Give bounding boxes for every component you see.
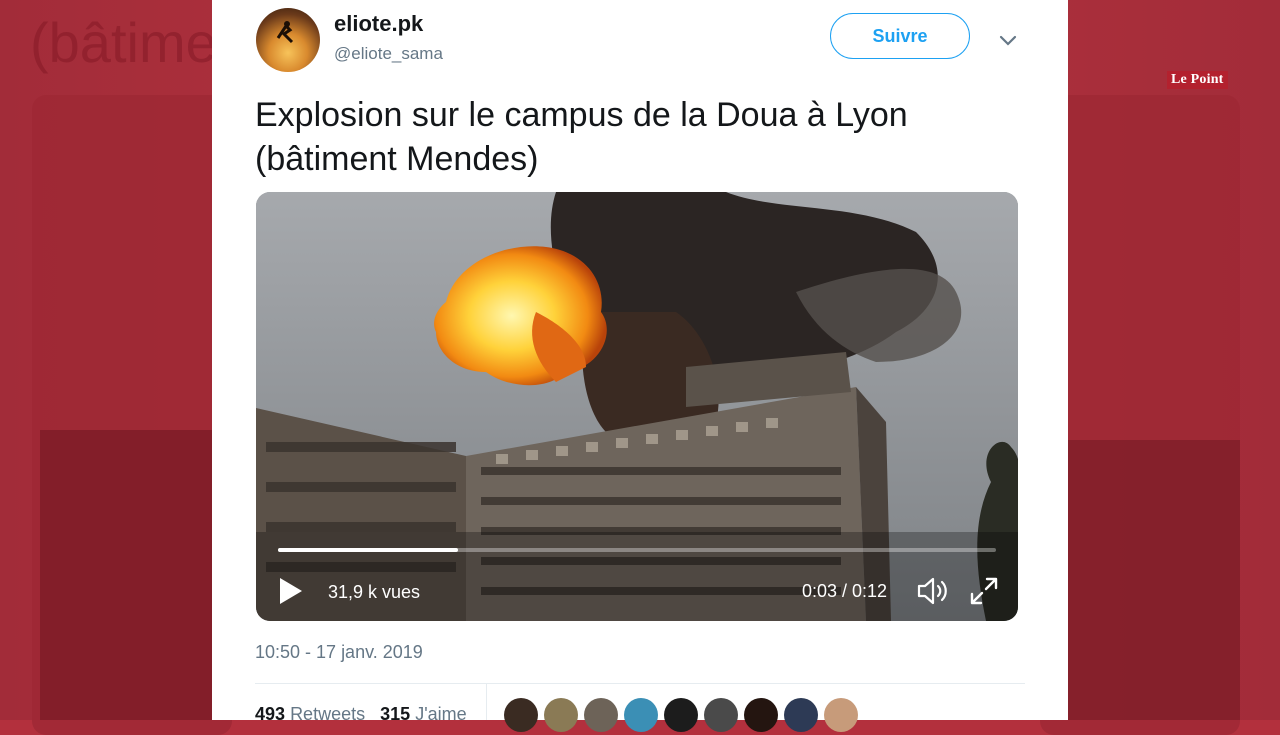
video-progress-fill [278,548,458,552]
background-building-right [1060,440,1240,720]
volume-icon[interactable] [916,575,950,607]
video-time: 0:03 / 0:12 [802,581,888,601]
tweet-card: eliote.pk @eliote_sama Suivre Explosion … [212,0,1068,732]
stats-separator [486,684,487,720]
tweet-stats: 493 Retweets 315 J'aime [255,704,467,725]
display-name[interactable]: eliote.pk [334,11,423,37]
retweets-label[interactable]: Retweets [290,704,365,724]
video-player[interactable]: 31,9 k vues 0:03 / 0:12 [256,192,1018,621]
likes-label[interactable]: J'aime [415,704,466,724]
user-handle[interactable]: @eliote_sama [334,44,443,64]
retweets-count[interactable]: 493 [255,704,285,724]
background-building-left [40,430,220,720]
liker-avatar[interactable] [624,698,658,732]
fullscreen-icon[interactable] [968,575,1000,607]
liker-avatar[interactable] [824,698,858,732]
play-icon[interactable] [278,576,304,606]
video-progress-track[interactable] [278,548,996,552]
likes-count[interactable]: 315 [380,704,410,724]
liker-avatar[interactable] [664,698,698,732]
liker-avatar[interactable] [704,698,738,732]
video-frame [256,192,1018,621]
chevron-down-icon[interactable] [998,30,1018,50]
liker-avatar[interactable] [544,698,578,732]
divider [255,683,1025,684]
liker-avatars [504,698,858,732]
liker-avatar[interactable] [504,698,538,732]
background-blur-text: (bâtime [30,11,217,74]
video-view-count: 31,9 k vues [328,582,421,602]
follow-button[interactable]: Suivre [830,13,970,59]
tweet-timestamp[interactable]: 10:50 - 17 janv. 2019 [255,642,423,663]
tweet-text: Explosion sur le campus de la Doua à Lyo… [255,93,1015,181]
liker-avatar[interactable] [584,698,618,732]
tweet-text-line-2: (bâtiment Mendes) [255,140,539,178]
liker-avatar[interactable] [784,698,818,732]
avatar[interactable] [256,8,320,72]
watermark-logo: Le Point [1167,71,1228,89]
liker-avatar[interactable] [744,698,778,732]
tweet-text-line-1: Explosion sur le campus de la Doua à Lyo… [255,96,908,134]
